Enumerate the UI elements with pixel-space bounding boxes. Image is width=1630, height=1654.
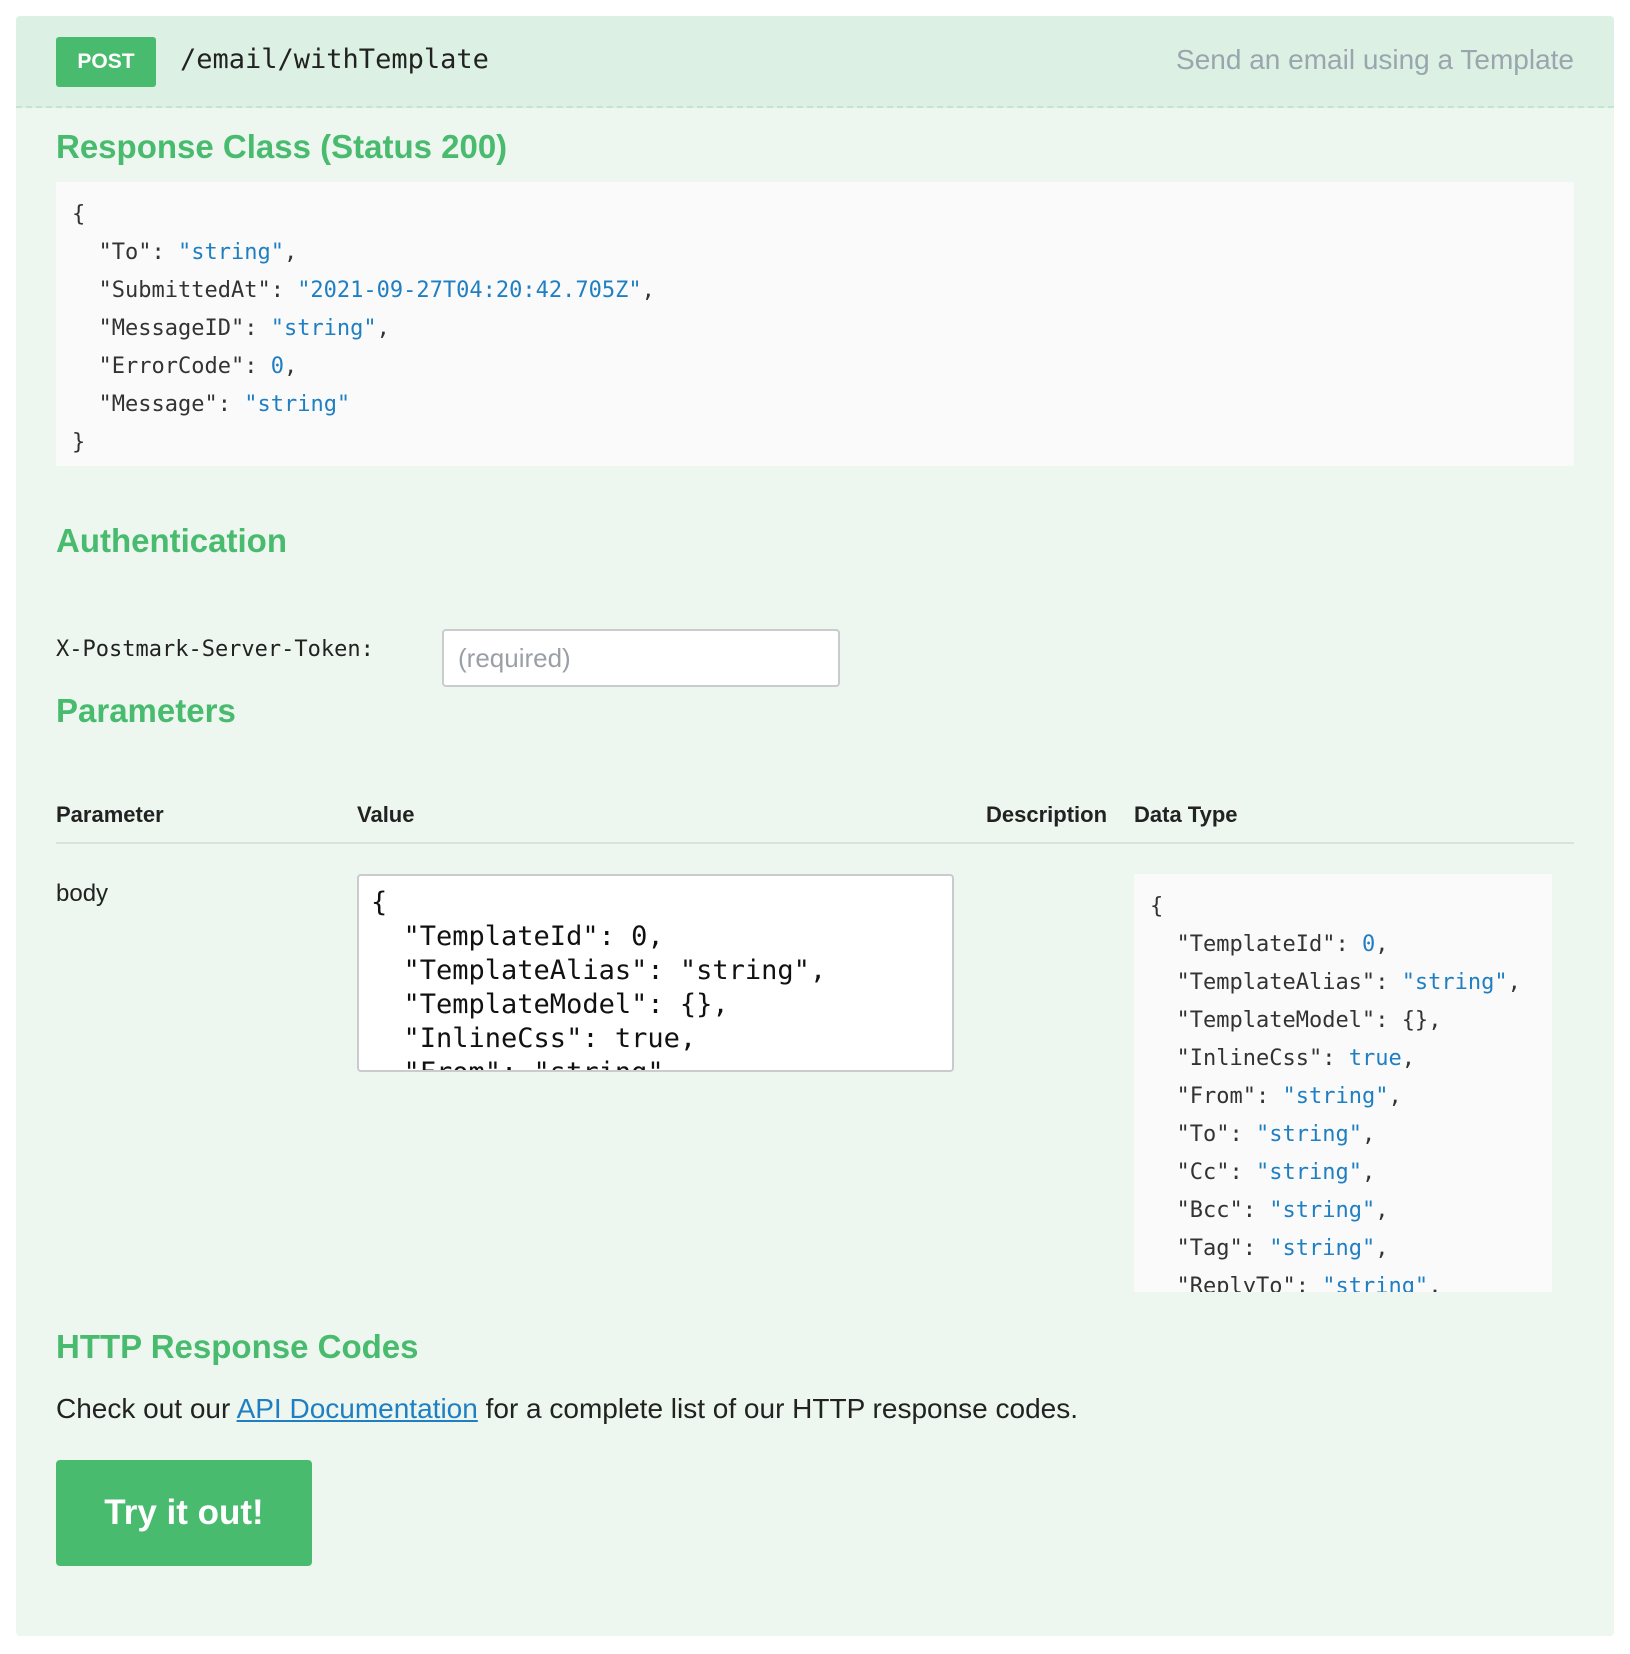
model-value: "string" xyxy=(1255,1160,1362,1185)
api-documentation-link[interactable]: API Documentation xyxy=(237,1393,478,1424)
model-line: "TemplateId": 0, xyxy=(1176,932,1389,957)
column-header-value: Value xyxy=(357,802,415,827)
model-value: "string" xyxy=(1255,1122,1362,1147)
model-key: "Bcc" xyxy=(1176,1198,1243,1223)
body-data-type-model[interactable]: { "TemplateId": 0, "TemplateAlias": "str… xyxy=(1134,874,1552,1292)
model-value: "string" xyxy=(1282,1084,1389,1109)
model-line: "Message": "string" xyxy=(98,392,351,417)
model-line: "ReplyTo": "string", xyxy=(1150,1274,1442,1292)
model-value: "string" xyxy=(244,392,351,417)
model-value: "string" xyxy=(270,316,377,341)
endpoint-summary[interactable]: Send an email using a Template xyxy=(1176,44,1574,76)
model-key: "TemplateModel" xyxy=(1176,1008,1376,1033)
model-key: "Tag" xyxy=(1176,1236,1243,1261)
http-method-badge: POST xyxy=(56,37,156,87)
model-value: "string" xyxy=(1322,1274,1429,1292)
model-close-brace: } xyxy=(72,430,86,455)
model-key: "ErrorCode" xyxy=(98,354,245,379)
model-open-brace: { xyxy=(72,202,86,227)
model-value: 0 xyxy=(270,354,284,379)
response-codes-text-after: for a complete list of our HTTP response… xyxy=(477,1393,1079,1424)
column-header-data-type: Data Type xyxy=(1134,802,1238,827)
model-value: true xyxy=(1348,1046,1402,1071)
model-line: "ErrorCode": 0, xyxy=(98,354,298,379)
body-value-textarea[interactable] xyxy=(357,874,954,1072)
model-line: "To": "string", xyxy=(1176,1122,1376,1147)
model-value: "string" xyxy=(177,240,284,265)
operation-panel: POST /email/withTemplate Send an email u… xyxy=(16,16,1614,1636)
model-line: "From": "string", xyxy=(1176,1084,1402,1109)
http-response-codes-title: HTTP Response Codes xyxy=(56,1328,419,1365)
model-line: "InlineCss": true, xyxy=(1176,1046,1415,1071)
model-line: "TemplateAlias": "string", xyxy=(1176,970,1521,995)
model-line: "Bcc": "string", xyxy=(1176,1198,1389,1223)
model-line: "To": "string", xyxy=(98,240,298,265)
response-class-model: { "To": "string", "SubmittedAt": "2021-0… xyxy=(56,182,1574,466)
response-codes-note: Check out our API Documentation for a co… xyxy=(56,1393,1078,1425)
model-value: {} xyxy=(1401,1008,1429,1033)
operation-header[interactable]: POST /email/withTemplate Send an email u… xyxy=(16,16,1614,108)
authentication-title: Authentication xyxy=(56,522,287,559)
model-key: "TemplateAlias" xyxy=(1176,970,1376,995)
server-token-label: X-Postmark-Server-Token: xyxy=(56,637,374,662)
model-open-brace: { xyxy=(1150,894,1164,919)
table-header-divider xyxy=(56,842,1574,844)
model-value: "string" xyxy=(1401,970,1508,995)
model-key: "MessageID" xyxy=(98,316,245,341)
try-it-out-button[interactable]: Try it out! xyxy=(56,1460,312,1566)
model-key: "To" xyxy=(98,240,152,265)
model-key: "Message" xyxy=(98,392,218,417)
model-value: "string" xyxy=(1269,1236,1376,1261)
model-value: "2021-09-27T04:20:42.705Z" xyxy=(297,278,642,303)
model-line: "MessageID": "string", xyxy=(98,316,390,341)
model-line: "TemplateModel": {}, xyxy=(1176,1008,1442,1033)
model-key: "To" xyxy=(1176,1122,1230,1147)
response-codes-text-before: Check out our xyxy=(56,1393,237,1424)
model-key: "ReplyTo" xyxy=(1176,1274,1296,1292)
parameter-name-body: body xyxy=(56,880,109,907)
model-key: "From" xyxy=(1176,1084,1256,1109)
model-value: "string" xyxy=(1269,1198,1376,1223)
column-header-parameter: Parameter xyxy=(56,802,164,827)
model-key: "TemplateId" xyxy=(1176,932,1336,957)
response-class-title: Response Class (Status 200) xyxy=(56,128,508,165)
model-line: "SubmittedAt": "2021-09-27T04:20:42.705Z… xyxy=(98,278,655,303)
model-line: "Tag": "string", xyxy=(1176,1236,1389,1261)
model-line: "Cc": "string", xyxy=(1176,1160,1376,1185)
server-token-input[interactable] xyxy=(442,629,840,687)
column-header-description: Description xyxy=(986,802,1108,827)
endpoint-path[interactable]: /email/withTemplate xyxy=(180,44,489,75)
model-value: 0 xyxy=(1361,932,1376,957)
model-key: "InlineCss" xyxy=(1176,1046,1323,1071)
model-key: "Cc" xyxy=(1176,1160,1230,1185)
model-key: "SubmittedAt" xyxy=(98,278,271,303)
parameters-title: Parameters xyxy=(56,692,236,729)
